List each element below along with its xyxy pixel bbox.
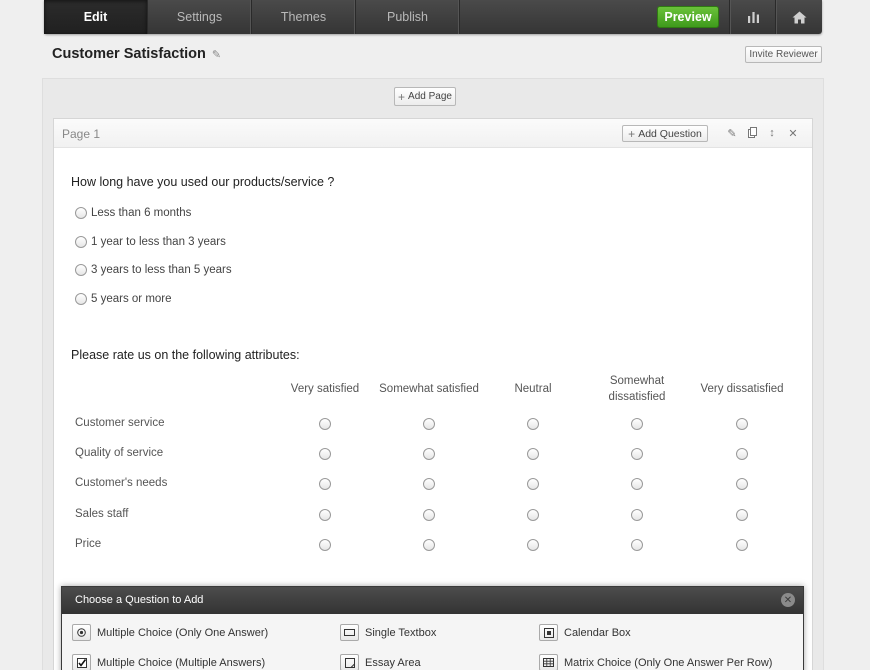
copy-page-icon[interactable] — [746, 127, 758, 141]
add-page-label: Add Page — [408, 91, 452, 102]
delete-page-icon[interactable]: ✕ — [787, 127, 799, 140]
radio-icon[interactable] — [75, 236, 87, 248]
page-label: Page 1 — [62, 127, 101, 141]
matrix-radio[interactable] — [319, 478, 331, 490]
analytics-button[interactable] — [730, 0, 776, 34]
matrix-row-label: Customer's needs — [75, 477, 168, 489]
preview-wrap: Preview — [657, 0, 730, 34]
question-type-label: Essay Area — [365, 656, 421, 669]
calendar-icon — [539, 624, 558, 641]
matrix-row-label: Price — [75, 538, 102, 550]
matrix-radio[interactable] — [319, 539, 331, 551]
textbox-icon — [340, 624, 359, 641]
tab-publish[interactable]: Publish — [356, 0, 460, 34]
tab-settings[interactable]: Settings — [148, 0, 252, 34]
question-1-option[interactable]: 1 year to less than 3 years — [75, 236, 226, 248]
page-header: Page 1 + Add Question ✎ ↕ ✕ — [54, 119, 812, 148]
matrix-column-header: Somewhat dissatisfied — [608, 375, 666, 403]
question-2-text: Please rate us on the following attribut… — [71, 348, 300, 362]
close-icon[interactable]: ✕ — [781, 593, 795, 607]
matrix-radio[interactable] — [423, 478, 435, 490]
add-question-button[interactable]: + Add Question — [622, 125, 708, 142]
question-type-multiple-choice-multi[interactable]: Multiple Choice (Multiple Answers) — [72, 654, 265, 670]
matrix-radio[interactable] — [319, 448, 331, 460]
home-icon — [792, 11, 807, 23]
question-type-multiple-choice-one[interactable]: Multiple Choice (Only One Answer) — [72, 624, 268, 641]
plus-icon: + — [398, 89, 406, 104]
option-label: Less than 6 months — [91, 207, 192, 219]
matrix-radio[interactable] — [736, 539, 748, 551]
option-label: 3 years to less than 5 years — [91, 264, 232, 276]
matrix-radio[interactable] — [736, 478, 748, 490]
question-type-label: Single Textbox — [365, 626, 437, 639]
edit-title-icon[interactable]: ✎ — [212, 48, 221, 61]
option-label: 5 years or more — [91, 293, 172, 305]
matrix-row-label: Customer service — [75, 417, 165, 429]
matrix-radio[interactable] — [423, 448, 435, 460]
survey-title-text: Customer Satisfaction — [52, 46, 206, 62]
question-type-calendar-box[interactable]: Calendar Box — [539, 624, 631, 641]
matrix-radio[interactable] — [527, 509, 539, 521]
preview-button[interactable]: Preview — [657, 6, 719, 28]
add-page-button[interactable]: + Add Page — [394, 87, 456, 106]
matrix-row-label: Sales staff — [75, 508, 129, 520]
plus-icon: + — [628, 126, 636, 141]
chooser-title: Choose a Question to Add — [75, 594, 204, 606]
matrix-radio[interactable] — [527, 418, 539, 430]
add-question-label: Add Question — [638, 127, 702, 140]
question-type-essay-area[interactable]: Essay Area — [340, 654, 421, 670]
top-nav: Edit Settings Themes Publish Preview — [44, 0, 822, 34]
tab-edit[interactable]: Edit — [44, 0, 148, 34]
bar-chart-icon — [747, 12, 759, 23]
matrix-row-label: Quality of service — [75, 447, 164, 459]
chooser-header: Choose a Question to Add ✕ — [62, 587, 803, 614]
question-1-option[interactable]: 3 years to less than 5 years — [75, 264, 232, 276]
home-button[interactable] — [776, 0, 822, 34]
radio-icon — [72, 624, 91, 641]
matrix-radio[interactable] — [631, 509, 643, 521]
question-type-label: Matrix Choice (Only One Answer Per Row) — [564, 656, 773, 669]
radio-icon[interactable] — [75, 293, 87, 305]
question-chooser-panel: Choose a Question to Add ✕ Multiple Choi… — [61, 586, 804, 670]
matrix-radio[interactable] — [423, 509, 435, 521]
matrix-column-header: Neutral — [514, 383, 552, 395]
question-type-label: Multiple Choice (Multiple Answers) — [97, 656, 266, 669]
edit-page-icon[interactable]: ✎ — [726, 127, 738, 140]
question-1-text: How long have you used our products/serv… — [71, 175, 335, 189]
matrix-radio[interactable] — [736, 509, 748, 521]
matrix-radio[interactable] — [423, 539, 435, 551]
essay-icon — [340, 654, 359, 670]
question-1-option[interactable]: Less than 6 months — [75, 207, 191, 219]
matrix-radio[interactable] — [527, 478, 539, 490]
matrix-icon — [539, 654, 558, 670]
matrix-radio[interactable] — [631, 418, 643, 430]
checkbox-icon — [72, 654, 91, 670]
matrix-radio[interactable] — [736, 418, 748, 430]
survey-title: Customer Satisfaction ✎ — [52, 46, 221, 62]
matrix-column-header: Somewhat satisfied — [379, 383, 479, 395]
matrix-radio[interactable] — [631, 448, 643, 460]
radio-icon[interactable] — [75, 264, 87, 276]
matrix-radio[interactable] — [527, 539, 539, 551]
move-page-icon[interactable]: ↕ — [766, 127, 778, 139]
question-type-single-textbox[interactable]: Single Textbox — [340, 624, 436, 641]
question-1-option[interactable]: 5 years or more — [75, 293, 172, 305]
question-type-label: Calendar Box — [564, 626, 631, 639]
invite-reviewer-button[interactable]: Invite Reviewer — [745, 46, 822, 63]
option-label: 1 year to less than 3 years — [91, 236, 226, 248]
matrix-column-header: Very dissatisfied — [700, 383, 784, 395]
matrix-radio[interactable] — [527, 448, 539, 460]
matrix-radio[interactable] — [631, 478, 643, 490]
matrix-radio[interactable] — [423, 418, 435, 430]
matrix-radio[interactable] — [736, 448, 748, 460]
matrix-radio[interactable] — [631, 539, 643, 551]
matrix-column-header: Very satisfied — [290, 383, 360, 395]
question-type-label: Multiple Choice (Only One Answer) — [97, 626, 269, 639]
radio-icon[interactable] — [75, 207, 87, 219]
question-type-matrix-choice[interactable]: Matrix Choice (Only One Answer Per Row) — [539, 654, 772, 670]
tab-themes[interactable]: Themes — [252, 0, 356, 34]
matrix-radio[interactable] — [319, 509, 331, 521]
matrix-radio[interactable] — [319, 418, 331, 430]
